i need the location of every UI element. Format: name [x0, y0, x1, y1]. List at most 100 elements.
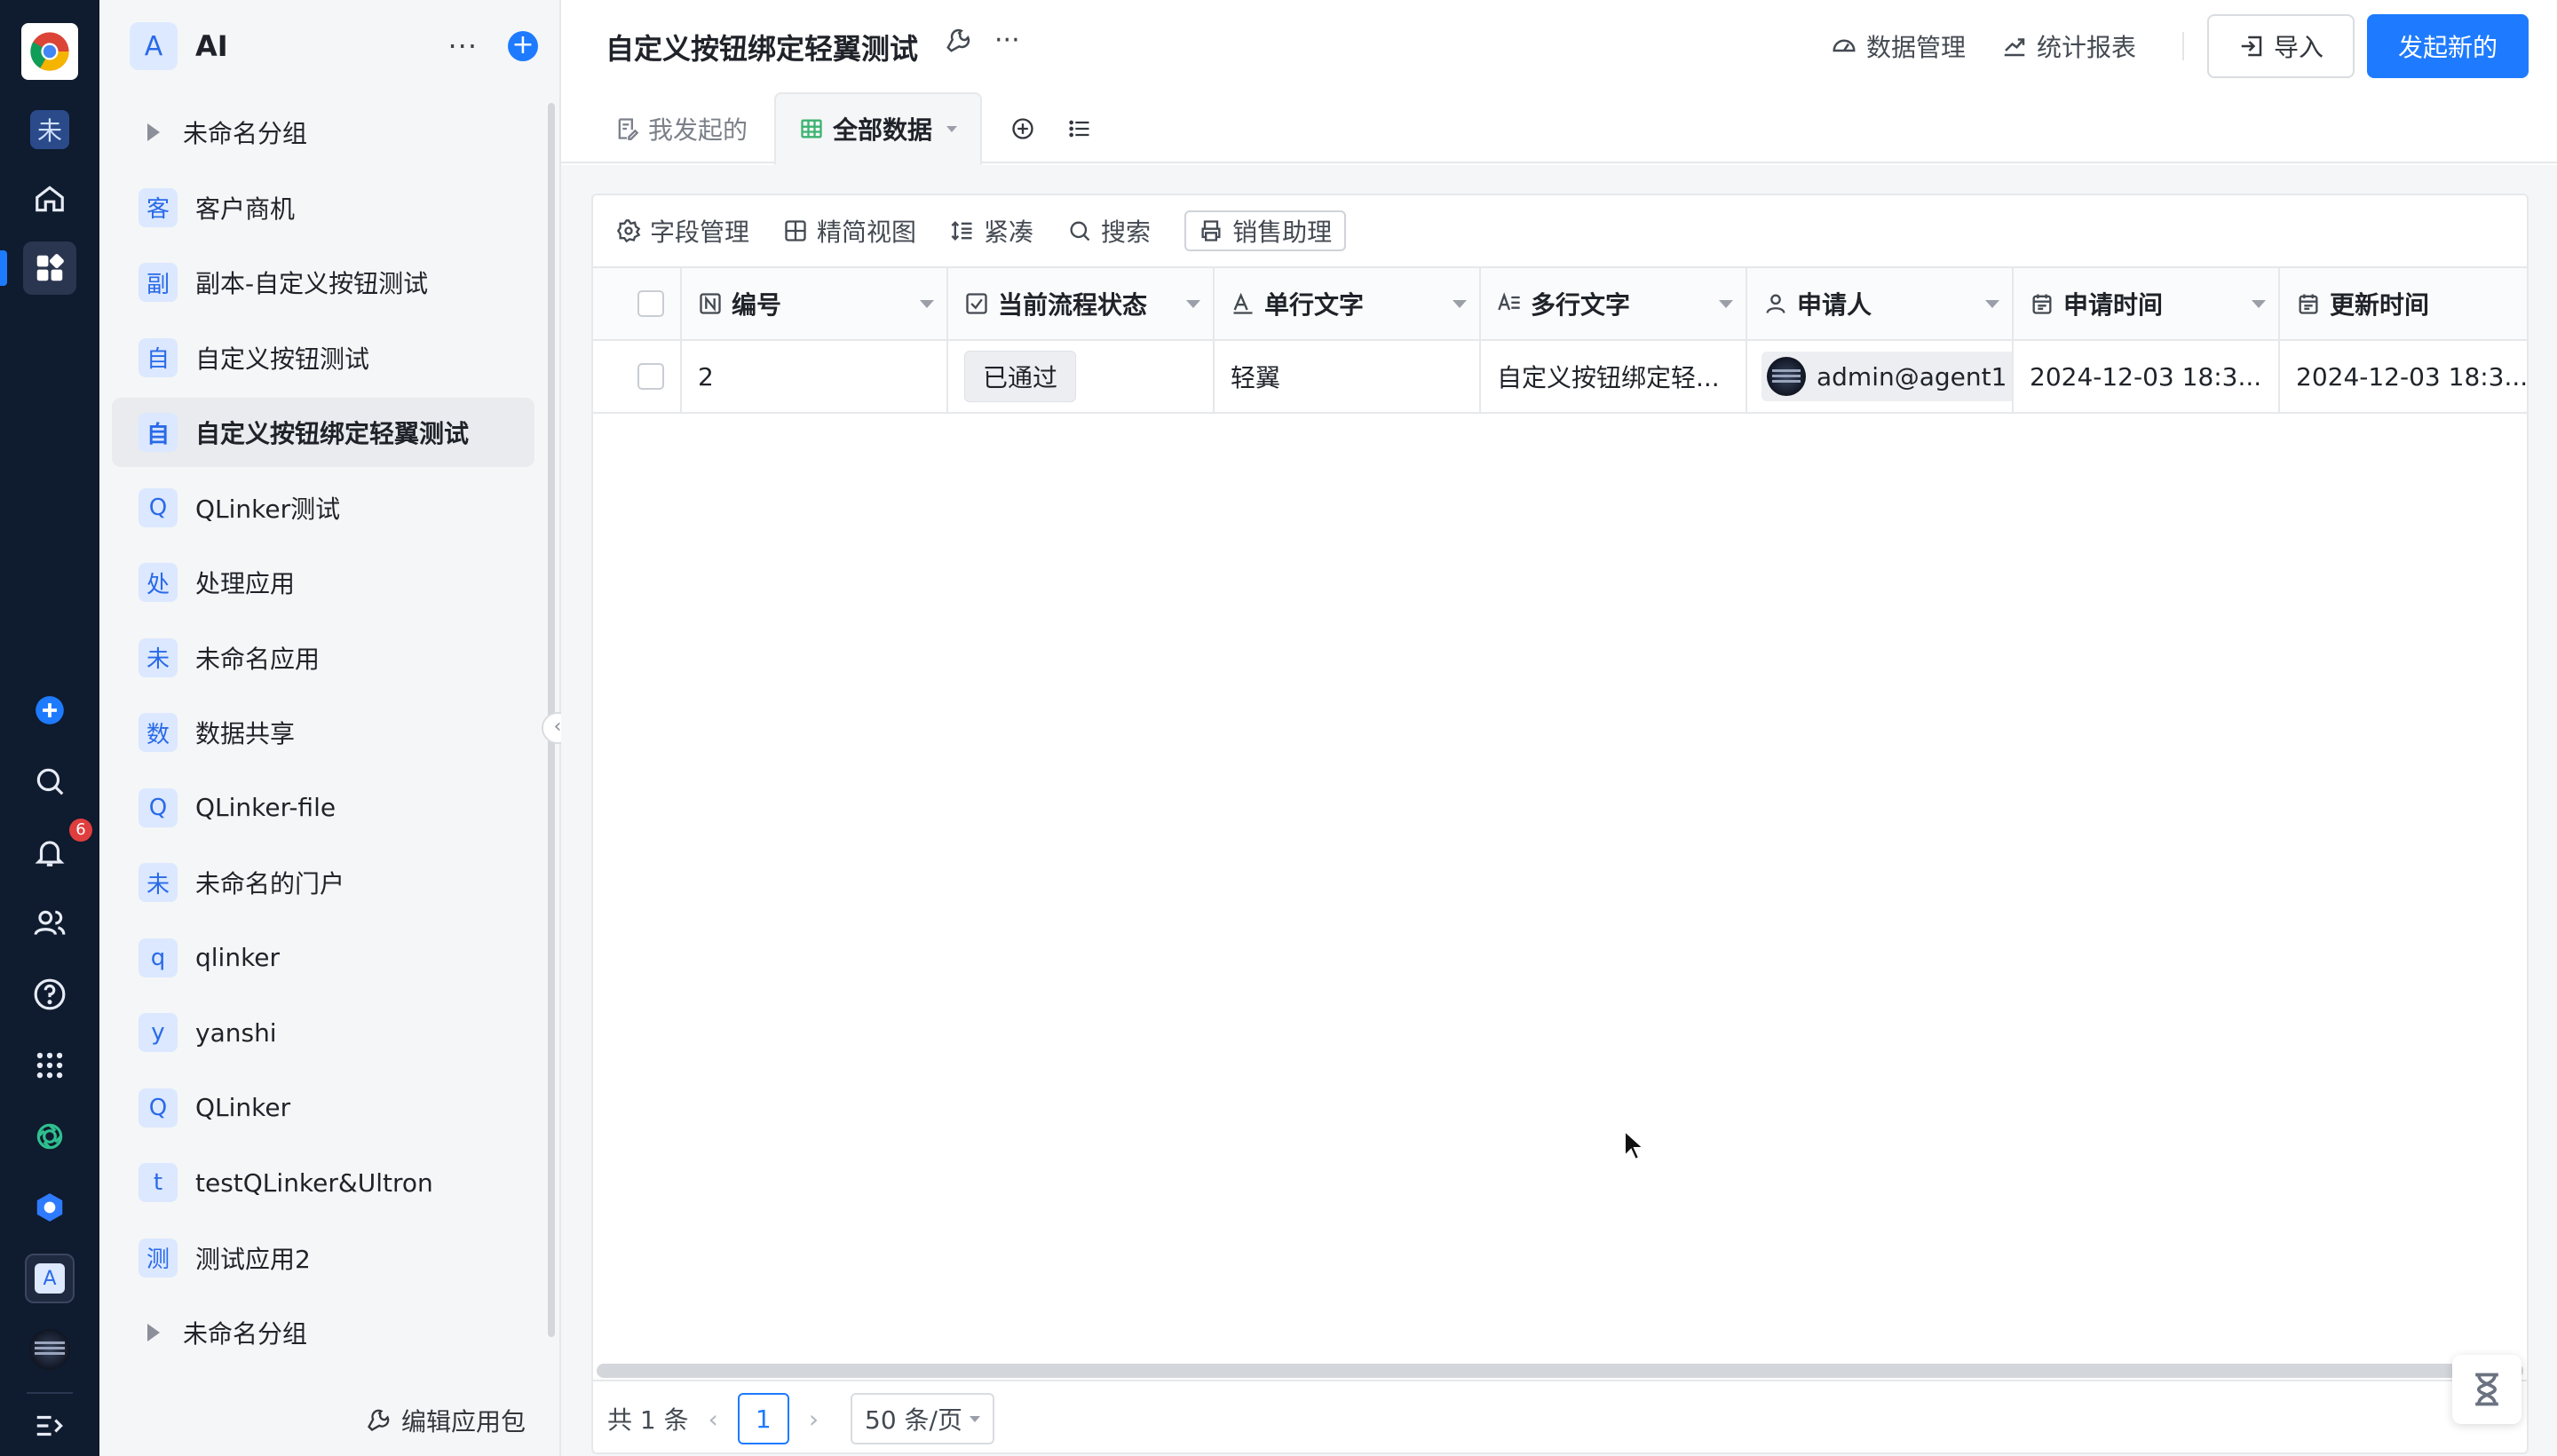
sidebar-item[interactable]: Q QLinker	[112, 1073, 534, 1143]
cell-multi-text[interactable]: 自定义按钮绑定轻...	[1481, 341, 1747, 412]
tab-all-data[interactable]: 全部数据	[774, 92, 983, 165]
app-icon: y	[139, 1013, 178, 1052]
grid-icon[interactable]	[23, 1039, 76, 1092]
prev-page-icon[interactable]: ‹	[709, 1405, 718, 1434]
hex-icon[interactable]	[23, 1181, 76, 1234]
add-app-button[interactable]: +	[508, 31, 538, 61]
sidebar-item[interactable]: 测测试应用2	[112, 1223, 534, 1293]
sidebar-group[interactable]: 未命名分组	[112, 1298, 534, 1367]
column-header-no[interactable]: 编号	[682, 268, 948, 339]
sidebar-item[interactable]: 数数据共享	[112, 698, 534, 767]
users-icon[interactable]	[23, 897, 76, 950]
app-icon: 处	[139, 563, 178, 602]
hourglass-float-button[interactable]	[2452, 1355, 2521, 1424]
field-manage-button[interactable]: 字段管理	[616, 210, 749, 251]
sidebar-item[interactable]: 未未命名应用	[112, 623, 534, 692]
sidebar-item-label: 处理应用	[195, 569, 296, 598]
next-page-icon[interactable]: ›	[809, 1405, 819, 1434]
report-link[interactable]: 统计报表	[2001, 28, 2136, 64]
help-icon[interactable]	[23, 968, 76, 1021]
sidebar-item[interactable]: 客客户商机	[112, 173, 534, 242]
chevron-down-icon[interactable]	[2252, 300, 2266, 308]
compact-button[interactable]: 紧凑	[950, 210, 1033, 251]
sidebar-item[interactable]: 自自定义按钮测试	[112, 323, 534, 392]
cell-applicant[interactable]: admin@agent1	[1747, 341, 2014, 412]
rail-divider	[27, 1392, 73, 1394]
search-icon[interactable]	[23, 755, 76, 808]
app-sidebar: A AI ··· + 未命名分组客客户商机副副本-自定义按钮测试自自定义按钮测试…	[99, 0, 574, 1456]
more-icon[interactable]: ···	[447, 29, 478, 63]
column-header-applicant[interactable]: 申请人	[1747, 268, 2014, 339]
column-header-update-time[interactable]: 更新时间	[2280, 268, 2527, 339]
calendar-icon	[2032, 294, 2052, 314]
avatar[interactable]	[23, 1323, 76, 1376]
edit-package-label: 编辑应用包	[400, 1407, 526, 1436]
app-list: 未命名分组客客户商机副副本-自定义按钮测试自自定义按钮测试自自定义按钮绑定轻翼测…	[112, 98, 534, 1367]
app-icon: 未	[139, 637, 178, 677]
chevron-down-icon[interactable]	[1985, 300, 1999, 308]
add-view-button[interactable]	[1001, 92, 1053, 165]
expand-icon[interactable]	[23, 1399, 76, 1452]
simple-view-button[interactable]: 精简视图	[783, 210, 916, 251]
browser-logo-icon[interactable]	[21, 23, 78, 80]
chevron-down-icon[interactable]	[920, 300, 934, 308]
add-icon[interactable]	[23, 684, 76, 737]
person-icon	[1766, 294, 1785, 313]
unnamed-app-icon[interactable]: 未	[23, 103, 76, 156]
sidebar-group[interactable]: 未命名分组	[112, 98, 534, 167]
bell-icon[interactable]: 6	[23, 819, 92, 879]
sidebar-item[interactable]: y yanshi	[112, 998, 534, 1067]
column-header-single-text[interactable]: 单行文字	[1215, 268, 1481, 339]
cell-update-time[interactable]: 2024-12-03 18:3...	[2280, 341, 2527, 412]
sidebar-item[interactable]: Q QLinker测试	[112, 473, 534, 542]
wrench-icon[interactable]	[945, 28, 971, 54]
column-label: 单行文字	[1264, 290, 1365, 320]
table-row[interactable]: 2 已通过 轻翼 自定义按钮绑定轻... admin@agent1 2024-1…	[593, 341, 2527, 414]
edit-package-button[interactable]: 编辑应用包	[99, 1385, 561, 1456]
sidebar-item[interactable]: 副副本-自定义按钮测试	[112, 248, 534, 317]
tab-my-submissions[interactable]: 我发起的	[591, 92, 771, 165]
app-avatar: A	[130, 22, 178, 70]
sidebar-item[interactable]: 未未命名的门户	[112, 848, 534, 917]
chevron-down-icon[interactable]	[946, 125, 958, 132]
app-icon: 自	[139, 337, 178, 377]
letter-a-icon[interactable]: A	[23, 1252, 76, 1305]
openai-icon[interactable]	[23, 1110, 76, 1163]
column-header-status[interactable]: 当前流程状态	[948, 268, 1215, 339]
sales-assistant-button[interactable]: 销售助理	[1184, 210, 1347, 251]
cell-single-text[interactable]: 轻翼	[1215, 341, 1481, 412]
select-all-checkbox[interactable]	[637, 290, 664, 317]
sidebar-item[interactable]: 自自定义按钮绑定轻翼测试	[112, 398, 534, 467]
app-icon: 副	[139, 263, 178, 302]
sidebar-item[interactable]: q qlinker	[112, 923, 534, 993]
chevron-down-icon[interactable]	[1453, 300, 1467, 308]
app-title: AI	[195, 29, 228, 63]
cell-no[interactable]: 2	[682, 341, 948, 412]
status-badge: 已通过	[964, 351, 1077, 402]
sidebar-item[interactable]: 处处理应用	[112, 548, 534, 617]
view-list-button[interactable]	[1058, 92, 1110, 165]
sidebar-item-label: 数据共享	[195, 719, 296, 748]
search-button[interactable]: 搜索	[1067, 210, 1151, 251]
import-button[interactable]: 导入	[2207, 14, 2355, 78]
page-number-button[interactable]: 1	[737, 1393, 789, 1444]
column-header-multi-text[interactable]: 多行文字	[1481, 268, 1747, 339]
apps-icon[interactable]	[23, 241, 76, 295]
horizontal-scrollbar[interactable]	[597, 1364, 2523, 1378]
sidebar-item[interactable]: Q QLinker-file	[112, 773, 534, 843]
sidebar-item-label: 未命名分组	[183, 119, 308, 148]
new-record-button[interactable]: 发起新的	[2367, 14, 2529, 78]
page-size-select[interactable]: 50 条/页	[851, 1393, 994, 1444]
column-header-apply-time[interactable]: 申请时间	[2014, 268, 2280, 339]
title-more-icon[interactable]: ···	[994, 25, 1020, 56]
cell-apply-time[interactable]: 2024-12-03 18:3...	[2014, 341, 2280, 412]
chevron-down-icon[interactable]	[1719, 300, 1733, 308]
topbar-divider	[2182, 32, 2184, 60]
row-checkbox[interactable]	[637, 363, 664, 390]
data-manage-link[interactable]: 数据管理	[1831, 28, 1966, 64]
home-icon[interactable]	[23, 172, 76, 226]
sidebar-item[interactable]: t testQLinker&Ultron	[112, 1148, 534, 1217]
chevron-down-icon[interactable]	[1186, 300, 1200, 308]
cell-status[interactable]: 已通过	[948, 341, 1215, 412]
checkbox-field-icon	[966, 293, 987, 314]
